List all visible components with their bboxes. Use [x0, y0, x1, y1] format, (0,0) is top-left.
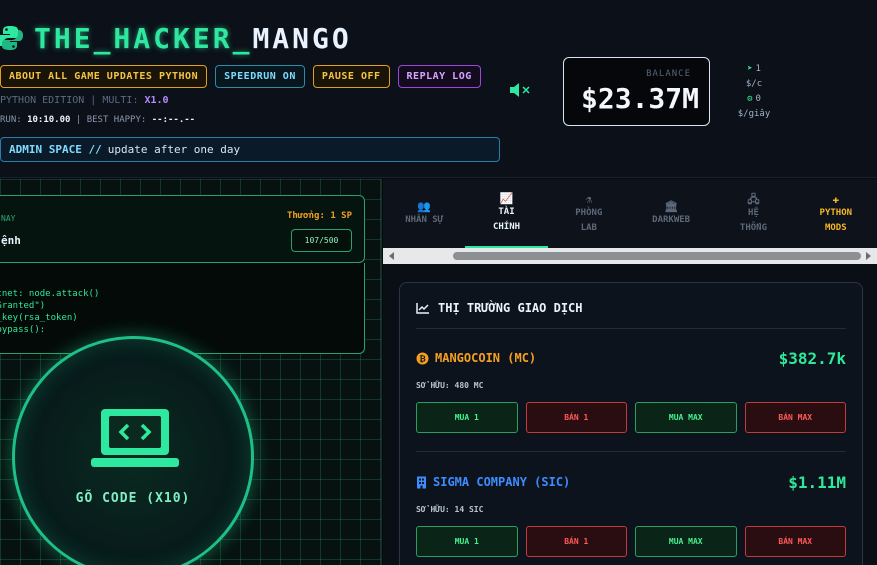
- code-line: otnet: node.attack(): [0, 289, 100, 299]
- divider: [416, 328, 846, 329]
- edition-info: PYTHON EDITION | MULTI: X1.0: [0, 95, 169, 106]
- top-bar: THE_HACKER_MANGO ABOUT ALL GAME UPDATES …: [0, 0, 877, 178]
- hack-code-label: GÕ CODE (X10): [75, 491, 191, 506]
- trade-buttons: MUA 1 BÁN 1 MUA MAX BÁN MAX: [416, 526, 846, 557]
- code-line: Granted"): [0, 301, 46, 311]
- python-logo-icon: [0, 24, 24, 52]
- code-line: _bypass():: [0, 325, 46, 335]
- tab-staff[interactable]: 👥 NHÂN SỰ: [383, 179, 465, 248]
- chart-icon: 📈: [499, 191, 514, 205]
- tab-finance[interactable]: 📈 TÀI CHÍNH: [465, 179, 548, 248]
- header-button-row: ABOUT ALL GAME UPDATES PYTHON SPEEDRUN O…: [0, 65, 481, 88]
- asset-owned: SỞ HỮU: 480 MC: [416, 381, 484, 390]
- staff-icon: 👥: [417, 200, 432, 213]
- balance-value: $23.37M: [581, 82, 700, 115]
- tab-lab[interactable]: ⚗ PHÒNG LAB: [548, 179, 630, 248]
- hack-code-button[interactable]: GÕ CODE (X10): [12, 336, 254, 565]
- replay-log-button[interactable]: REPLAY LOG: [397, 65, 481, 88]
- asset-price: $1.11M: [788, 473, 846, 492]
- bank-icon: 🏛: [664, 200, 679, 213]
- trend-chart-icon: [416, 303, 429, 314]
- admin-space-bar[interactable]: ADMIN SPACE // update after one day: [0, 137, 500, 162]
- balance-panel: BALANCE $23.37M: [563, 57, 710, 126]
- task-progress: 107/500: [291, 229, 352, 252]
- code-console: otnet: node.attack() Granted") t_key(rsa…: [0, 263, 365, 354]
- run-info: RUN: 10:10.00 | BEST HAPPY: --:--.--: [0, 115, 196, 125]
- asset-price: $382.7k: [778, 349, 846, 368]
- cursor-icon: ➤: [747, 64, 753, 74]
- scroll-right-icon[interactable]: [866, 252, 871, 260]
- admin-space-title: ADMIN SPACE //: [9, 143, 102, 156]
- balance-label: BALANCE: [646, 69, 691, 79]
- scrollbar-thumb[interactable]: [453, 252, 861, 260]
- mute-icon[interactable]: [508, 80, 534, 100]
- tab-bar: 👥 NHÂN SỰ 📈 TÀI CHÍNH ⚗ PHÒNG LAB 🏛 DARK…: [383, 179, 877, 248]
- speedrun-toggle-button[interactable]: SPEEDRUN ON: [215, 65, 305, 88]
- logo: THE_HACKER_MANGO: [0, 20, 352, 56]
- pause-toggle-button[interactable]: PAUSE OFF: [312, 65, 390, 88]
- buy-max-button[interactable]: MUA MAX: [635, 526, 737, 557]
- laptop-code-icon: [91, 409, 179, 467]
- puzzle-icon: ✚: [832, 192, 840, 206]
- scroll-left-icon[interactable]: [389, 252, 394, 260]
- buy-1-button[interactable]: MUA 1: [416, 402, 518, 433]
- income-rates: ➤ 1 $/c ⚙ 0 $/giây: [737, 64, 771, 119]
- sell-max-button[interactable]: BÁN MAX: [744, 526, 846, 557]
- sell-1-button[interactable]: BÁN 1: [525, 526, 627, 557]
- tab-darkweb[interactable]: 🏛 DARKWEB: [630, 179, 712, 248]
- horizontal-scrollbar[interactable]: [383, 248, 877, 264]
- trade-buttons: MUA 1 BÁN 1 MUA MAX BÁN MAX: [416, 402, 846, 433]
- task-header: NAY: [1, 214, 16, 223]
- admin-space-message: update after one day: [107, 143, 241, 156]
- main-panel: 👥 NHÂN SỰ 📈 TÀI CHÍNH ⚗ PHÒNG LAB 🏛 DARK…: [383, 179, 877, 565]
- tab-system[interactable]: 🖧 HỆ THỐNG: [712, 179, 794, 248]
- sell-1-button[interactable]: BÁN 1: [525, 402, 627, 433]
- game-updates-button[interactable]: ABOUT ALL GAME UPDATES PYTHON: [0, 65, 208, 88]
- hack-panel: NAY ệnh Thưởng: 1 SP 107/500 otnet: node…: [0, 179, 382, 565]
- divider: [416, 451, 846, 452]
- building-icon: [417, 476, 426, 488]
- asset-name: SIGMA COMPANY (SIC): [416, 475, 570, 489]
- task-card: NAY ệnh Thưởng: 1 SP 107/500: [0, 195, 365, 263]
- bot-icon: ⚙: [747, 94, 753, 104]
- task-reward: Thưởng: 1 SP: [286, 211, 352, 221]
- code-line: t_key(rsa_token): [0, 313, 78, 323]
- buy-1-button[interactable]: MUA 1: [416, 526, 518, 557]
- market-card: THỊ TRƯỜNG GIAO DỊCH ₿ MANGOCOIN (MC) $3…: [399, 282, 863, 565]
- buy-max-button[interactable]: MUA MAX: [635, 402, 737, 433]
- sell-max-button[interactable]: BÁN MAX: [744, 402, 846, 433]
- task-name: ệnh: [1, 234, 21, 247]
- asset-name: ₿ MANGOCOIN (MC): [416, 351, 536, 365]
- flask-icon: ⚗: [585, 192, 593, 206]
- network-icon: 🖧: [747, 192, 760, 206]
- bitcoin-icon: ₿: [416, 352, 429, 364]
- tab-python-mods[interactable]: ✚ PYTHON MODS: [795, 179, 877, 248]
- asset-owned: SỞ HỮU: 14 SIC: [416, 505, 484, 514]
- app-title: THE_HACKER_MANGO: [34, 21, 352, 55]
- svg-text:₿: ₿: [419, 354, 426, 363]
- market-title: THỊ TRƯỜNG GIAO DỊCH: [416, 301, 583, 315]
